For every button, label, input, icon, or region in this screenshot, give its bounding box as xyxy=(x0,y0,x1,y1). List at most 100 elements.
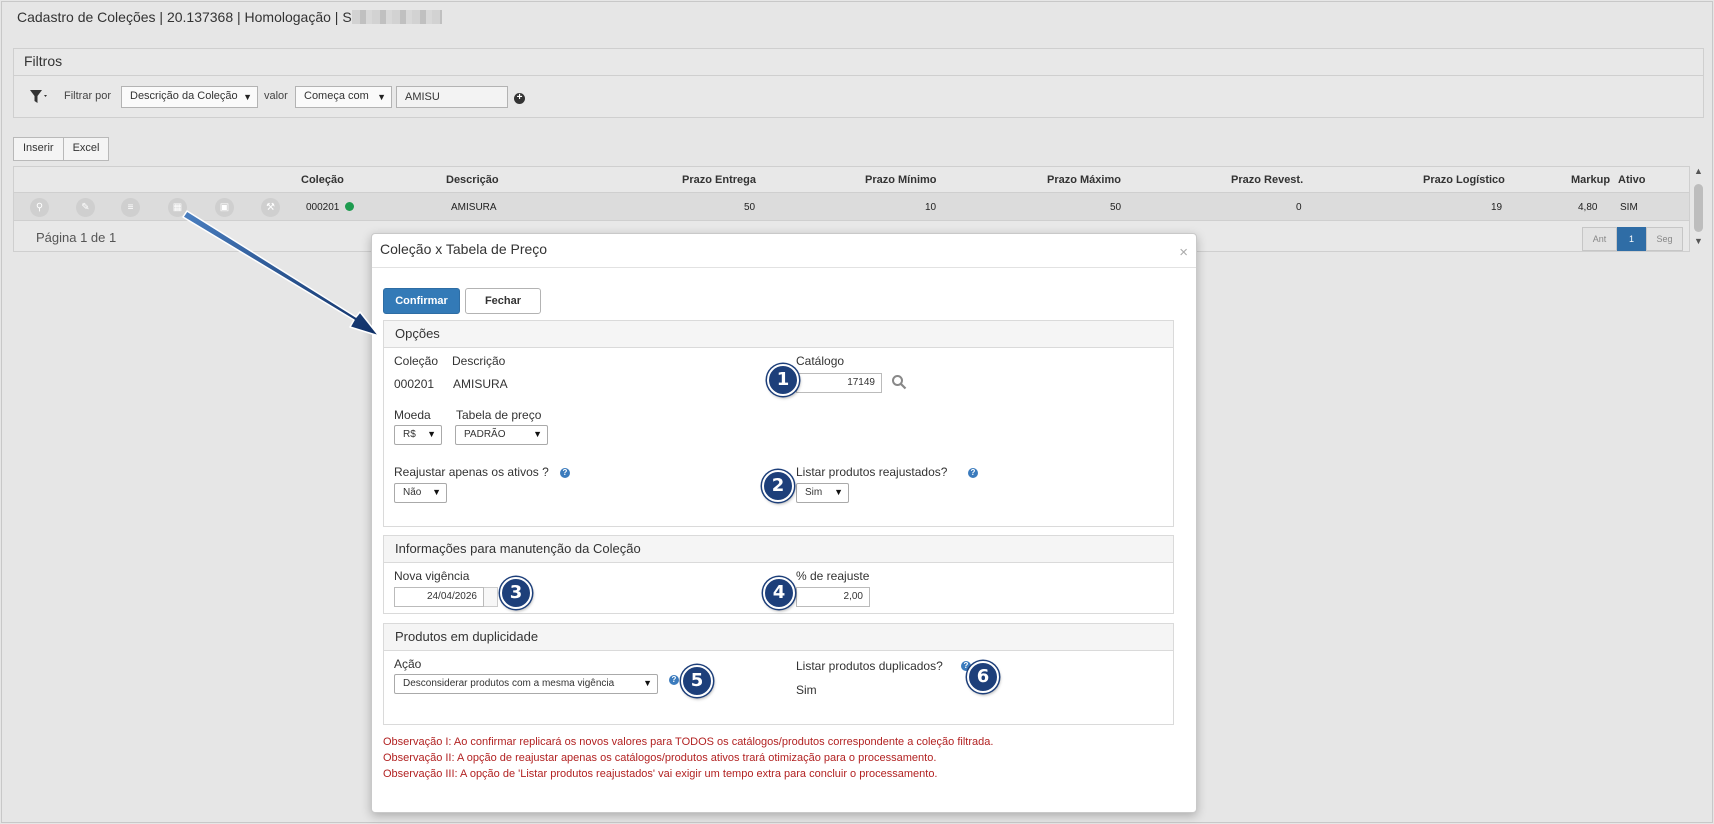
descricao-label: Descrição xyxy=(452,354,506,368)
col-prazo-maximo[interactable]: Prazo Máximo xyxy=(1047,174,1121,186)
grid-scrollbar[interactable]: ▲ ▼ xyxy=(1692,166,1706,248)
cell-colecao: 000201 xyxy=(306,202,340,213)
close-icon[interactable]: × xyxy=(1179,244,1188,261)
callout-badge-1: 1 xyxy=(767,364,799,396)
vigencia-label: Nova vigência xyxy=(394,569,470,583)
page-1-button[interactable]: 1 xyxy=(1617,227,1646,251)
cell-prazo-revest: 0 xyxy=(1296,202,1302,213)
cell-prazo-maximo: 50 xyxy=(1110,202,1122,213)
money-icon[interactable]: ▣ xyxy=(215,198,234,217)
grid-header: Coleção Descrição Prazo Entrega Prazo Mí… xyxy=(14,167,1689,193)
prev-page-button[interactable]: Ant xyxy=(1582,227,1617,251)
tabela-value: PADRÃO xyxy=(464,429,506,440)
catalogo-input[interactable]: 17149 xyxy=(796,373,882,393)
add-filter-icon[interactable]: + xyxy=(514,93,525,104)
callout-badge-5: 5 xyxy=(681,665,713,697)
moeda-value: R$ xyxy=(403,429,416,440)
scroll-down-icon[interactable]: ▼ xyxy=(1694,236,1703,246)
listar-reajustados-value: Sim xyxy=(805,487,823,498)
cell-prazo-entrega: 50 xyxy=(744,202,756,213)
note-2: Observação II: A opção de reajustar apen… xyxy=(383,752,937,764)
options-title: Opções xyxy=(384,321,1173,348)
confirm-button[interactable]: Confirmar xyxy=(383,288,460,314)
cell-prazo-logistico: 19 xyxy=(1491,202,1503,213)
page-info: Página 1 de 1 xyxy=(36,230,117,245)
search-icon[interactable]: ⚲ xyxy=(30,198,49,217)
help-icon[interactable]: ? xyxy=(968,468,978,478)
callout-badge-2: 2 xyxy=(762,470,794,502)
acao-value: Desconsiderar produtos com a mesma vigên… xyxy=(403,678,615,689)
app-title: Cadastro de Coleções | 20.137368 | Homol… xyxy=(17,9,442,25)
col-markup[interactable]: Markup xyxy=(1571,174,1610,186)
next-page-button[interactable]: Seg xyxy=(1646,227,1683,251)
scroll-up-icon[interactable]: ▲ xyxy=(1694,166,1703,176)
wrench-icon[interactable]: ⚒ xyxy=(261,198,280,217)
chevron-down-icon: ▼ xyxy=(643,678,652,688)
moeda-select[interactable]: R$ ▼ xyxy=(394,425,442,445)
table-icon[interactable]: ▦ xyxy=(168,198,187,217)
list-icon[interactable]: ≡ xyxy=(121,198,140,217)
callout-badge-6: 6 xyxy=(967,661,999,693)
insert-button[interactable]: Inserir xyxy=(13,137,64,161)
cell-ativo: SIM xyxy=(1620,202,1638,213)
price-table-modal: Coleção x Tabela de Preço × Confirmar Fe… xyxy=(371,233,1197,813)
reajuste-input[interactable]: 2,00 xyxy=(796,587,870,607)
modal-title: Coleção x Tabela de Preço xyxy=(380,241,548,257)
modal-header: Coleção x Tabela de Preço × xyxy=(372,234,1196,268)
table-row[interactable]: ⚲ ✎ ≡ ▦ ▣ ⚒ 000201 AMISURA 50 10 50 0 19… xyxy=(14,193,1689,221)
action-buttons: Inserir Excel xyxy=(13,137,110,161)
catalogo-label: Catálogo xyxy=(796,354,845,368)
col-prazo-minimo[interactable]: Prazo Mínimo xyxy=(865,174,937,186)
vigencia-input[interactable]: 24/04/2026 xyxy=(394,587,484,607)
duplicates-title: Produtos em duplicidade xyxy=(384,624,1173,651)
listar-reajustados-select[interactable]: Sim ▼ xyxy=(796,483,849,503)
cell-prazo-minimo: 10 xyxy=(925,202,937,213)
duplicates-panel: Produtos em duplicidade Ação Desconsider… xyxy=(383,623,1174,725)
col-ativo[interactable]: Ativo xyxy=(1618,174,1646,186)
callout-badge-3: 3 xyxy=(500,577,532,609)
reajustar-value: Não xyxy=(403,487,422,498)
descricao-value: AMISURA xyxy=(453,377,508,391)
excel-button[interactable]: Excel xyxy=(63,137,110,161)
edit-icon[interactable]: ✎ xyxy=(76,198,95,217)
listar-reajustados-label: Listar produtos reajustados? xyxy=(796,465,948,479)
filter-operator-select[interactable]: Começa com ▼ xyxy=(295,86,392,108)
search-icon[interactable] xyxy=(891,374,907,390)
close-button[interactable]: Fechar xyxy=(465,288,541,314)
listar-duplicados-value: Sim xyxy=(796,683,817,697)
calendar-icon[interactable] xyxy=(484,587,498,607)
col-prazo-entrega[interactable]: Prazo Entrega xyxy=(682,174,756,186)
filters-title: Filtros xyxy=(14,49,1703,76)
chevron-down-icon: ▼ xyxy=(427,429,436,439)
filter-operator-value: Começa com xyxy=(304,90,369,102)
listar-duplicados-label: Listar produtos duplicados? xyxy=(796,659,943,673)
col-prazo-logistico[interactable]: Prazo Logístico xyxy=(1423,174,1505,186)
acao-select[interactable]: Desconsiderar produtos com a mesma vigên… xyxy=(394,674,658,694)
note-1: Observação I: Ao confirmar replicará os … xyxy=(383,736,994,748)
reajuste-label: % de reajuste xyxy=(796,569,870,583)
moeda-label: Moeda xyxy=(394,408,431,422)
help-icon[interactable]: ? xyxy=(560,468,570,478)
filter-icon[interactable] xyxy=(29,88,51,106)
reajustar-select[interactable]: Não ▼ xyxy=(394,483,447,503)
scroll-thumb[interactable] xyxy=(1694,184,1703,232)
chevron-down-icon: ▼ xyxy=(533,429,542,439)
tabela-label: Tabela de preço xyxy=(456,408,542,422)
col-prazo-revest[interactable]: Prazo Revest. xyxy=(1231,174,1303,186)
status-dot xyxy=(345,202,354,211)
redacted-text xyxy=(351,10,442,24)
filter-by-label: Filtrar por xyxy=(64,90,112,102)
callout-badge-4: 4 xyxy=(763,577,795,609)
help-icon[interactable]: ? xyxy=(669,675,679,685)
acao-label: Ação xyxy=(394,657,422,671)
chevron-down-icon: ▼ xyxy=(834,487,843,497)
filter-field-select[interactable]: Descrição da Coleção ▼ xyxy=(121,86,258,108)
value-label: valor xyxy=(264,90,288,102)
col-descricao[interactable]: Descrição xyxy=(446,174,499,186)
filter-row: Filtrar por Descrição da Coleção ▼ valor … xyxy=(14,76,1703,118)
filter-value-input[interactable]: AMISU xyxy=(396,86,508,108)
tabela-select[interactable]: PADRÃO ▼ xyxy=(455,425,548,445)
reajustar-label: Reajustar apenas os ativos ? xyxy=(394,465,549,479)
filters-panel: Filtros Filtrar por Descrição da Coleção… xyxy=(13,48,1704,118)
col-colecao[interactable]: Coleção xyxy=(301,174,344,186)
